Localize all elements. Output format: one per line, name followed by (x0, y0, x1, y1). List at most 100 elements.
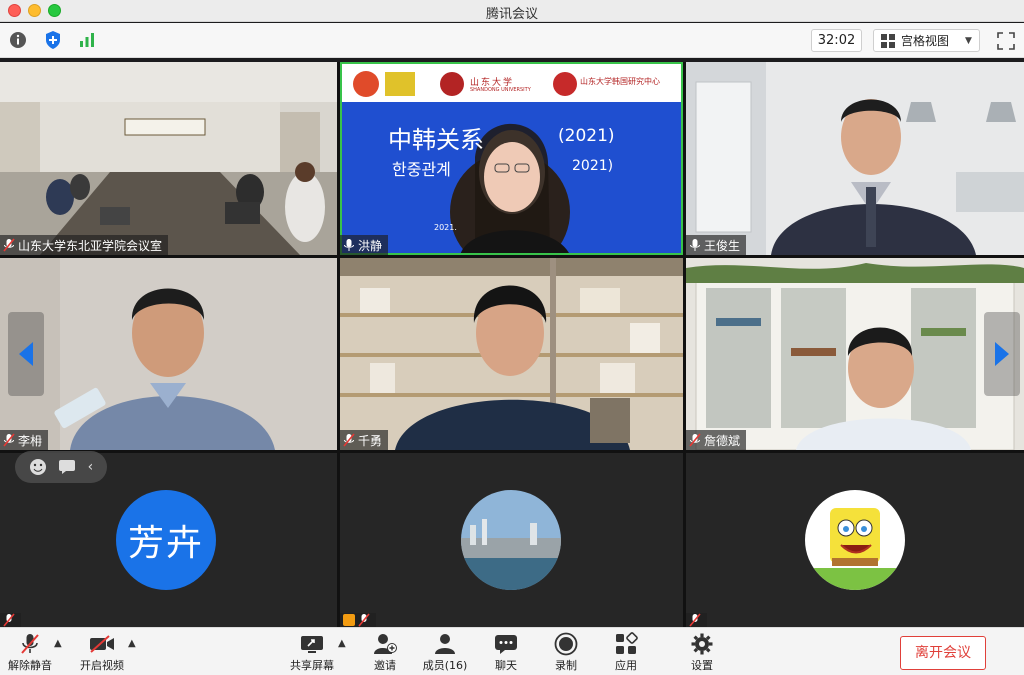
apps-icon (616, 632, 638, 654)
next-page-button[interactable] (984, 312, 1020, 396)
slide-footer: 2021. (434, 223, 457, 232)
slide-title-year: (2021) (558, 126, 615, 146)
mic-muted-icon (3, 613, 15, 627)
chevron-up-icon[interactable]: ▲ (338, 638, 346, 649)
participant-name: 王俊生 (704, 238, 741, 253)
share-screen-button[interactable]: 共享屏幕 (282, 632, 342, 674)
slide-subtitle-year: 2021) (572, 158, 614, 174)
participant-name: 山东大学东北亚学院会议室 (18, 238, 163, 253)
settings-label: 设置 (691, 659, 713, 672)
participant-name-tag (340, 613, 376, 627)
host-badge-icon (343, 614, 355, 626)
fullscreen-button[interactable] (993, 29, 1019, 52)
mic-muted-icon (21, 634, 39, 654)
grid-view-icon (881, 33, 895, 48)
participant-name-tag: 山东大学东北亚学院会议室 (0, 235, 169, 255)
start-video-button[interactable]: 开启视频 (72, 632, 132, 674)
participant-name-tag: 詹德斌 (686, 430, 747, 450)
participant-name-tag: 千勇 (340, 430, 389, 450)
participant-video (686, 258, 1024, 450)
gear-icon (691, 633, 713, 655)
video-tile-conference-room[interactable]: 山东大学东北亚学院会议室 (0, 62, 337, 255)
meeting-timer: 32:02 (811, 29, 862, 52)
video-tile-participant-8[interactable] (340, 453, 683, 627)
participant-name-tag: 王俊生 (686, 235, 747, 255)
start-video-label: 开启视频 (80, 659, 124, 672)
collapse-icon[interactable]: ‹ (88, 459, 94, 475)
bottom-toolbar: 解除静音 ▲ 开启视频 ▲ 共享屏幕 ▲ 邀请 成员(16) 聊天 录制 应用 … (0, 627, 1024, 675)
reaction-bar: ‹ (15, 451, 107, 483)
slide-title-kr: 한중관계 (392, 160, 451, 179)
record-icon (554, 632, 578, 656)
participant-name-tag: 李枏 (0, 430, 49, 450)
view-mode-dropdown[interactable]: 宫格视图 ▼ (873, 29, 980, 52)
mic-muted-icon (343, 433, 355, 447)
members-label: 成员(16) (422, 659, 468, 672)
leave-meeting-button[interactable]: 离开会议 (900, 636, 986, 670)
unmute-label: 解除静音 (8, 659, 52, 672)
network-signal-icon[interactable] (76, 29, 98, 51)
video-tile-participant-6[interactable]: 詹德斌 (686, 258, 1024, 450)
slide-org2: 山东大学韩国研究中心 (580, 77, 660, 86)
fullscreen-icon (997, 31, 1015, 50)
mic-on-icon (690, 239, 700, 251)
chevron-up-icon[interactable]: ▲ (128, 638, 136, 649)
share-screen-icon (301, 636, 323, 653)
invite-user-icon (374, 634, 397, 654)
previous-page-button[interactable] (8, 312, 44, 396)
avatar: 芳卉 (116, 490, 216, 590)
top-toolbar: 32:02 宫格视图 ▼ (0, 23, 1024, 58)
conference-room-video (0, 62, 337, 255)
unmute-button[interactable]: 解除静音 (0, 632, 60, 674)
record-button[interactable]: 录制 (536, 632, 596, 674)
participant-video (686, 62, 1024, 255)
mic-muted-icon (358, 613, 370, 627)
avatar (461, 490, 561, 590)
share-screen-label: 共享屏幕 (290, 659, 334, 672)
security-shield-icon[interactable] (42, 29, 64, 51)
window-title: 腾讯会议 (485, 7, 538, 22)
emoji-icon[interactable] (29, 458, 47, 476)
record-label: 录制 (555, 659, 577, 672)
slide-title-cn: 中韩关系 (388, 126, 484, 154)
chat-button[interactable]: 聊天 (476, 632, 536, 674)
apps-button[interactable]: 应用 (596, 632, 656, 674)
settings-button[interactable]: 设置 (672, 632, 732, 674)
invite-button[interactable]: 邀请 (355, 632, 415, 674)
video-tile-presenter[interactable]: 山东大学 SHANDONG UNIVERSITY 山东大学韩国研究中心 中韩关系… (340, 62, 683, 255)
participant-name: 洪静 (358, 238, 383, 253)
video-off-icon (90, 635, 114, 653)
chevron-right-icon (995, 342, 1009, 366)
members-icon (435, 634, 455, 654)
participant-name-tag: 洪静 (340, 235, 389, 255)
mic-muted-icon (3, 433, 15, 447)
video-tile-participant-3[interactable]: 王俊生 (686, 62, 1024, 255)
mic-muted-icon (689, 613, 701, 627)
slide-org1-en: SHANDONG UNIVERSITY (470, 87, 531, 93)
video-tile-participant-4[interactable]: 李枏 (0, 258, 337, 450)
members-button[interactable]: 成员(16) (415, 632, 475, 674)
mic-on-icon (344, 239, 354, 251)
chevron-up-icon[interactable]: ▲ (54, 638, 62, 649)
invite-label: 邀请 (374, 659, 396, 672)
chevron-left-icon (19, 342, 33, 366)
avatar (805, 490, 905, 590)
participant-name: 詹德斌 (704, 433, 741, 448)
participant-name-tag (686, 613, 707, 627)
title-bar: 腾讯会议 (0, 0, 1024, 22)
participant-name: 李枏 (18, 433, 43, 448)
mic-muted-icon (689, 433, 701, 447)
video-tile-participant-5[interactable]: 千勇 (340, 258, 683, 450)
participant-video (0, 258, 337, 450)
avatar-text: 芳卉 (127, 523, 204, 564)
participant-name: 千勇 (358, 433, 383, 448)
info-icon[interactable] (7, 29, 29, 51)
view-mode-label: 宫格视图 (901, 34, 950, 48)
chat-icon (495, 635, 517, 654)
participant-video (340, 258, 683, 450)
chat-bubble-icon[interactable] (58, 459, 76, 475)
chat-label: 聊天 (495, 659, 517, 672)
participant-name-tag (0, 613, 21, 627)
mic-muted-icon (3, 238, 15, 252)
video-tile-participant-9[interactable] (686, 453, 1024, 627)
